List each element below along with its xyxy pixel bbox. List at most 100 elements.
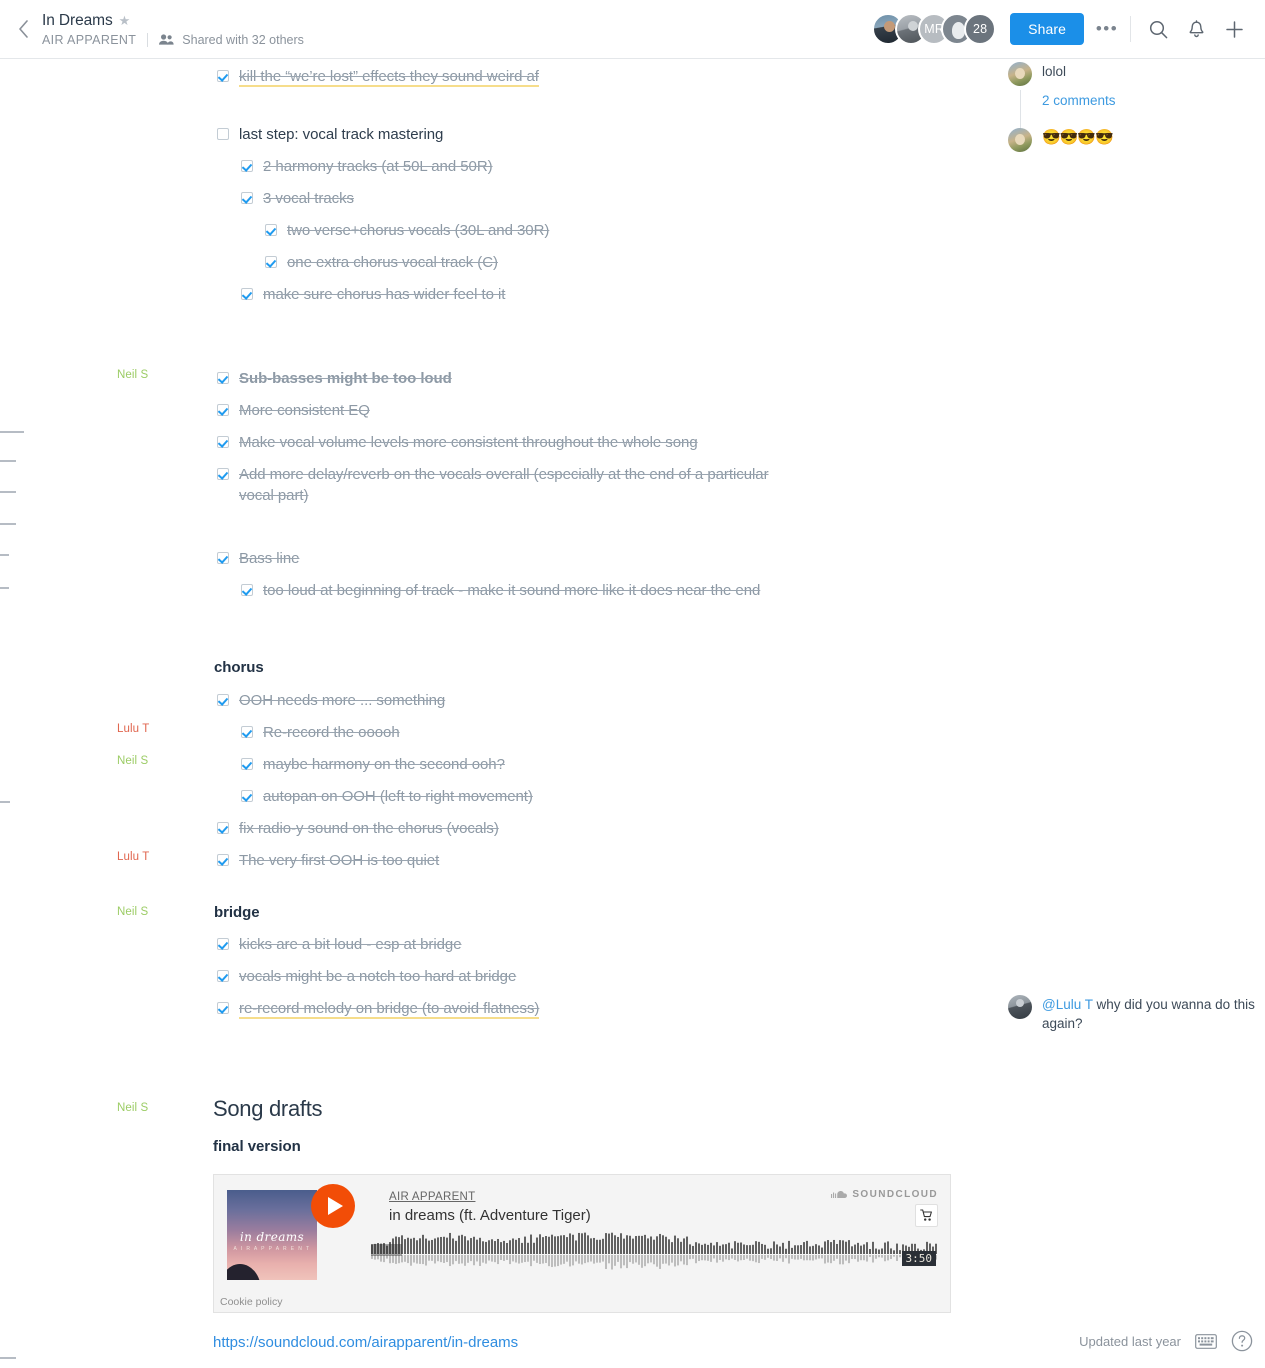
minimap-mark[interactable]	[0, 460, 16, 462]
checklist-item[interactable]: 3 vocal tracks	[241, 188, 354, 209]
help-circle-icon[interactable]	[1231, 1330, 1253, 1352]
checklist-item[interactable]: kicks are a bit loud - esp at bridge	[217, 934, 462, 955]
play-icon[interactable]	[311, 1184, 355, 1228]
checklist-item-label: kicks are a bit loud - esp at bridge	[239, 936, 462, 953]
checkbox[interactable]	[217, 436, 229, 448]
cart-icon[interactable]	[915, 1204, 938, 1227]
checklist-item[interactable]: OOH needs more ... something	[217, 690, 445, 711]
checklist-item[interactable]: Re-record the ooooh	[241, 722, 400, 743]
checkbox[interactable]	[217, 372, 229, 384]
minimap-mark[interactable]	[0, 523, 16, 525]
share-button[interactable]: Share	[1010, 13, 1084, 45]
checkbox[interactable]	[241, 160, 253, 172]
checklist-item[interactable]: vocals might be a notch too hard at brid…	[217, 966, 516, 987]
checklist-item[interactable]: Add more delay/reverb on the vocals over…	[217, 464, 797, 506]
bell-icon[interactable]	[1177, 12, 1215, 46]
comment-sunglasses[interactable]: 😎😎😎😎	[1008, 128, 1258, 152]
checklist-item-label: autopan on OOH (left to right movement)	[263, 788, 533, 805]
track-duration: 3:50	[901, 1251, 936, 1266]
checkbox[interactable]	[241, 584, 253, 596]
minimap-mark[interactable]	[0, 554, 9, 556]
author-label-lulu: Lulu T	[117, 723, 150, 735]
checklist-item[interactable]: last step: vocal track mastering	[217, 124, 443, 145]
minimap-mark[interactable]	[0, 1357, 16, 1359]
checkbox[interactable]	[241, 758, 253, 770]
checklist-item[interactable]: too loud at beginning of track - make it…	[241, 580, 801, 601]
soundcloud-url-link[interactable]: https://soundcloud.com/airapparent/in-dr…	[213, 1334, 518, 1351]
divider	[1130, 16, 1131, 42]
checkbox[interactable]	[265, 224, 277, 236]
checklist-item[interactable]: re-record melody on bridge (to avoid fla…	[217, 998, 539, 1019]
checklist-item[interactable]: two verse+chorus vocals (30L and 30R)	[265, 220, 549, 241]
checklist-item[interactable]: kill the “we’re lost” effects they sound…	[217, 66, 539, 87]
checklist-item[interactable]: Bass line	[217, 548, 299, 569]
checklist-item[interactable]: More consistent EQ	[217, 400, 370, 421]
checklist-item-label: vocals might be a notch too hard at brid…	[239, 968, 517, 985]
checkbox[interactable]	[217, 822, 229, 834]
checkbox[interactable]	[217, 694, 229, 706]
page-title[interactable]: In Dreams	[42, 12, 113, 30]
checklist-item[interactable]: make sure chorus has wider feel to it	[241, 284, 505, 305]
minimap-mark[interactable]	[0, 801, 10, 803]
comment-replies-link[interactable]: 2 comments	[1042, 93, 1116, 108]
checklist-item[interactable]: one extra chorus vocal track (C)	[265, 252, 498, 273]
checkbox[interactable]	[241, 726, 253, 738]
document-title-block: In Dreams ★ AIR APPARENT Shared with 32 …	[42, 12, 304, 47]
checklist-item[interactable]: autopan on OOH (left to right movement)	[241, 786, 533, 807]
soundcloud-artist-link[interactable]: AIR APPARENT	[389, 1191, 475, 1203]
checkbox[interactable]	[217, 128, 229, 140]
checkbox[interactable]	[217, 552, 229, 564]
checklist-item[interactable]: The very first OOH is too quiet	[217, 850, 439, 871]
outline-minimap[interactable]	[0, 59, 30, 1368]
comment-lolol[interactable]: lolol 2 comments	[1008, 62, 1258, 108]
checklist-item-label: Add more delay/reverb on the vocals over…	[239, 466, 769, 504]
keyboard-icon[interactable]	[1195, 1333, 1217, 1349]
more-options-icon[interactable]: •••	[1088, 12, 1126, 46]
checklist-item-label: Sub-basses might be too loud	[239, 370, 452, 387]
checklist-item-label: last step: vocal track mastering	[239, 126, 444, 143]
checkbox[interactable]	[217, 854, 229, 866]
cookie-policy-link[interactable]: Cookie policy	[220, 1296, 282, 1308]
avatar-comment-park[interactable]	[1008, 62, 1032, 86]
checklist-item[interactable]: fix radio-y sound on the chorus (vocals)	[217, 818, 499, 839]
checkbox[interactable]	[241, 790, 253, 802]
checklist-item[interactable]: maybe harmony on the second ooh?	[241, 754, 505, 775]
checklist-item-label: 2 harmony tracks (at 50L and 50R)	[263, 158, 493, 175]
minimap-mark[interactable]	[0, 587, 9, 589]
avatar-group[interactable]: MR 28	[872, 13, 997, 45]
shared-with-text[interactable]: Shared with 32 others	[182, 33, 304, 47]
checklist-item-label: Bass line	[239, 550, 300, 567]
checkbox[interactable]	[217, 404, 229, 416]
soundcloud-embed[interactable]: in dreams A I R A P P A R E N T AIR APPA…	[213, 1174, 951, 1313]
star-icon[interactable]: ★	[119, 14, 131, 27]
comment-why-again[interactable]: @Lulu T why did you wanna do this again?	[1008, 995, 1258, 1033]
back-chevron-icon[interactable]	[6, 20, 40, 38]
waveform[interactable]	[371, 1231, 938, 1281]
section-heading-final-version: final version	[213, 1138, 301, 1155]
checklist-item-label: 3 vocal tracks	[263, 190, 354, 207]
minimap-mark[interactable]	[0, 431, 24, 433]
avatar-comment-park[interactable]	[1008, 128, 1032, 152]
minimap-mark[interactable]	[0, 491, 16, 493]
checklist-item-label: make sure chorus has wider feel to it	[263, 286, 506, 303]
checklist-item[interactable]: 2 harmony tracks (at 50L and 50R)	[241, 156, 493, 177]
search-icon[interactable]	[1139, 12, 1177, 46]
avatar-overflow-count[interactable]: 28	[964, 13, 997, 45]
checklist-item-label: re-record melody on bridge (to avoid fla…	[239, 998, 540, 1019]
checkbox[interactable]	[241, 192, 253, 204]
avatar-comment-man[interactable]	[1008, 995, 1032, 1019]
section-heading-song-drafts: Song drafts	[213, 1096, 323, 1121]
plus-icon[interactable]	[1215, 12, 1253, 46]
comment-mention[interactable]: @Lulu T	[1042, 997, 1093, 1012]
checkbox[interactable]	[217, 938, 229, 950]
checkbox[interactable]	[217, 970, 229, 982]
checklist-item[interactable]: Make vocal volume levels more consistent…	[217, 432, 698, 453]
checklist-item[interactable]: Sub-basses might be too loud	[217, 368, 452, 389]
checkbox[interactable]	[217, 70, 229, 82]
album-art: in dreams A I R A P P A R E N T	[227, 1190, 317, 1280]
checkbox[interactable]	[265, 256, 277, 268]
section-heading-bridge: bridge	[214, 904, 260, 921]
checkbox[interactable]	[217, 1002, 229, 1014]
checkbox[interactable]	[217, 468, 229, 480]
checkbox[interactable]	[241, 288, 253, 300]
